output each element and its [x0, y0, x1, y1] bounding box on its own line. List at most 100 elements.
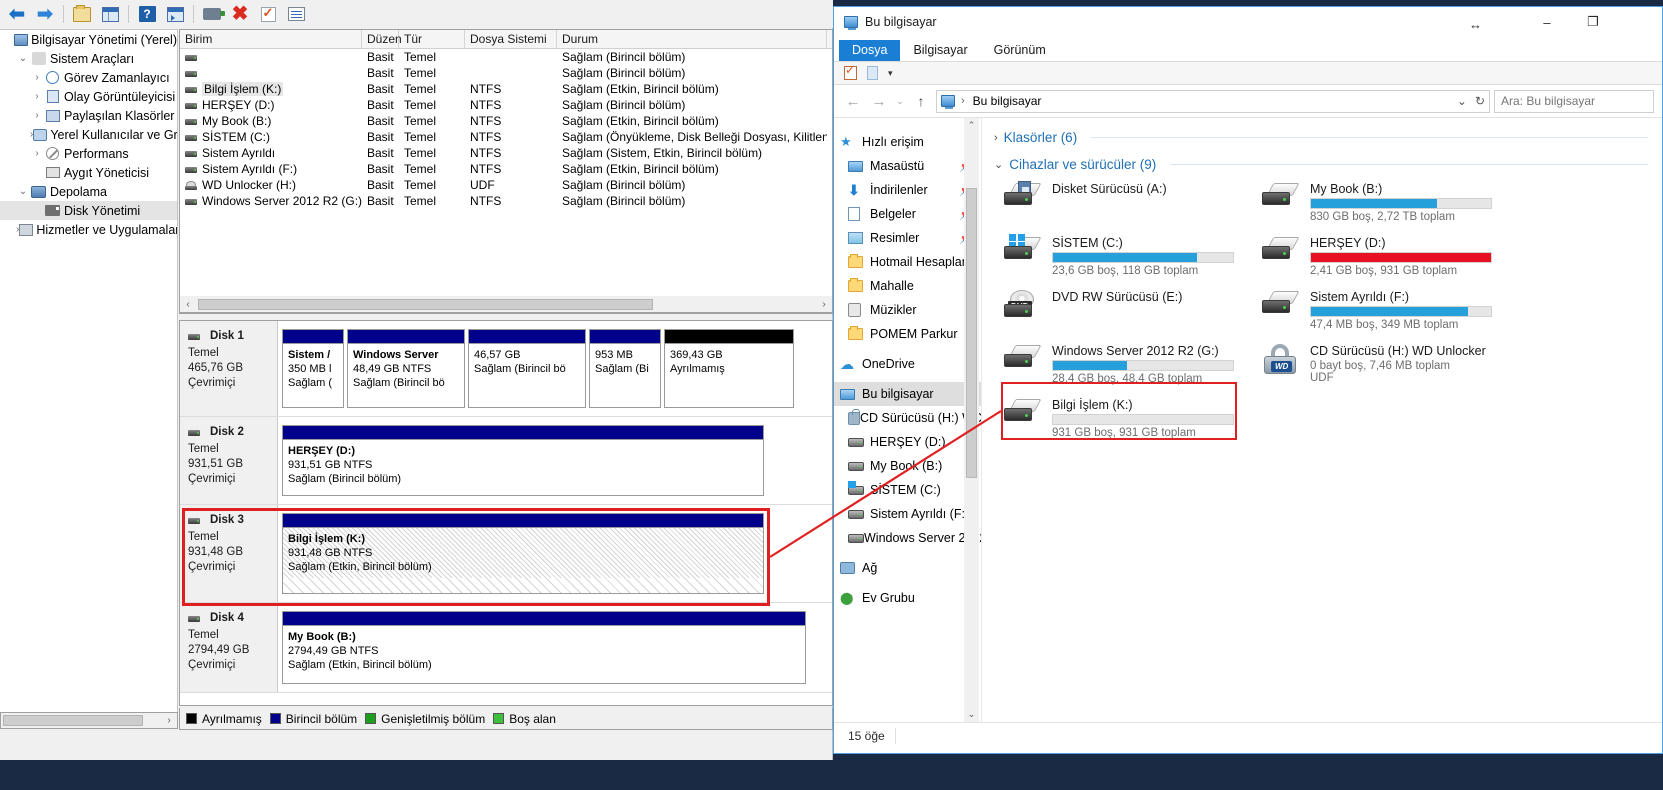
nav-item-my-book-b-[interactable]: My Book (B:)	[834, 454, 981, 478]
quick-access-toolbar[interactable]: ▾	[834, 61, 1662, 85]
list-icon[interactable]	[283, 2, 309, 26]
drive-tile[interactable]: WD CD Sürücüsü (H:) WD Unlocker 0 bayt boş…	[1254, 340, 1504, 392]
refresh-icon[interactable]: ↻	[1475, 94, 1485, 108]
drive-tile[interactable]: Bilgi İşlem (K:) 931 GB boş, 931 GB topla…	[996, 394, 1246, 446]
drives-grid[interactable]: Disket Sürücüsü (A:) My Book (B:) 830 GB b…	[996, 178, 1662, 446]
volume-row[interactable]: My Book (B:) Basit Temel NTFS Sağlam (Etkin,…	[180, 113, 832, 129]
drive-tile[interactable]: HERŞEY (D:) 2,41 GB boş, 931 GB toplam	[1254, 232, 1504, 284]
properties-icon[interactable]	[844, 63, 857, 80]
nav-item-onedrive[interactable]: ☁ OneDrive	[834, 352, 981, 376]
back-button[interactable]: ←	[842, 93, 864, 110]
resize-icon[interactable]: ↔	[1469, 17, 1482, 32]
folder-up-icon[interactable]	[69, 2, 95, 26]
tree-scroll-right-arrow[interactable]: ›	[161, 715, 177, 726]
volume-row[interactable]: Basit Temel Sağlam (Birincil bölüm)	[180, 65, 832, 81]
tree-twisty-icon[interactable]: ›	[30, 148, 44, 159]
disk-info[interactable]: Disk 1 Temel 465,76 GB Çevrimiçi	[180, 321, 278, 416]
scroll-thumb[interactable]	[198, 298, 653, 310]
disk-info[interactable]: Disk 4 Temel 2794,49 GB Çevrimiçi	[180, 603, 278, 692]
volume-row[interactable]: HERŞEY (D:) Basit Temel NTFS Sağlam (Birinci…	[180, 97, 832, 113]
drive-tile[interactable]: Sistem Ayrıldı (F:) 47,4 MB boş, 349 MB t…	[1254, 286, 1504, 338]
tree-item-10[interactable]: › Hizmetler ve Uygulamalar	[0, 220, 177, 239]
nav-item-a-[interactable]: Ağ	[834, 556, 981, 580]
volume-column-header[interactable]: Düzen	[362, 30, 402, 48]
nav-item-her-ey-d-[interactable]: HERŞEY (D:)	[834, 430, 981, 454]
tab-bilgisayar[interactable]: Bilgisayar	[900, 40, 980, 61]
drive-tile[interactable]: DVD DVD RW Sürücüsü (E:)	[996, 286, 1246, 338]
group-header-devices[interactable]: ⌄ Cihazlar ve sürücüler (9)	[994, 157, 1662, 172]
forward-arrow-icon[interactable]: ➡	[32, 2, 58, 26]
maximize-button[interactable]: ❐	[1570, 7, 1616, 37]
scroll-left-arrow[interactable]: ‹	[180, 299, 196, 310]
volume-row[interactable]: Sistem Ayrıldı (F:) Basit Temel NTFS Sağlam …	[180, 161, 832, 177]
tree-item-8[interactable]: ⌄ Depolama	[0, 182, 177, 201]
disk-info[interactable]: Disk 3 Temel 931,48 GB Çevrimiçi	[180, 505, 278, 602]
tree-item-1[interactable]: ⌄ Sistem Araçları	[0, 49, 177, 68]
tree-twisty-icon[interactable]: ›	[30, 91, 44, 102]
tree-twisty-icon[interactable]: ⌄	[16, 186, 30, 197]
tree-item-9[interactable]: Disk Yönetimi	[0, 201, 177, 220]
close-button[interactable]	[1616, 7, 1662, 37]
forward-button[interactable]: →	[868, 93, 890, 110]
disk-block[interactable]: Disk 3 Temel 931,48 GB Çevrimiçi Bilgi İşlem…	[180, 505, 832, 603]
tree-twisty-icon[interactable]: ›	[30, 110, 44, 121]
volume-row[interactable]: Bilgi İşlem (K:) Basit Temel NTFS Sağlam (Et…	[180, 81, 832, 97]
tree-scroll-thumb[interactable]	[3, 715, 143, 726]
console-tree-icon[interactable]	[97, 2, 123, 26]
delete-icon[interactable]: ✖	[227, 2, 253, 26]
volume-row[interactable]: Sistem Ayrıldı Basit Temel NTFS Sağlam (Sist…	[180, 145, 832, 161]
partition[interactable]: 369,43 GB Ayrılmamış	[664, 329, 794, 408]
minimize-button[interactable]: –	[1524, 7, 1570, 37]
group-header-folders[interactable]: › Klasörler (6)	[994, 130, 1662, 145]
nav-item-windows-server-2012[interactable]: Windows Server 2012	[834, 526, 981, 550]
tree-item-3[interactable]: › Olay Görüntüleyicisi	[0, 87, 177, 106]
help-icon[interactable]: ?	[134, 2, 160, 26]
navigation-pane[interactable]: ★Hızlı erişimMasaüstü📌⬇İndirilenler📌Belg…	[834, 118, 982, 722]
nav-item-resimler[interactable]: Resimler📌	[834, 226, 981, 250]
disk-graphical-view[interactable]: Disk 1 Temel 465,76 GB Çevrimiçi Sistem / 350…	[179, 320, 833, 706]
partition[interactable]: Bilgi İşlem (K:) 931,48 GB NTFS Sağlam (Et…	[282, 513, 764, 594]
disk-info[interactable]: Disk 2 Temel 931,51 GB Çevrimiçi	[180, 417, 278, 504]
nav-item-pomem-parkur[interactable]: POMEM Parkur	[834, 322, 981, 346]
scroll-down-arrow[interactable]: ⌄	[968, 707, 976, 722]
nav-item-h-zl-eri-im[interactable]: ★ Hızlı erişim	[834, 130, 981, 154]
check-icon[interactable]	[255, 2, 281, 26]
chevron-down-icon[interactable]: ▾	[888, 68, 893, 79]
new-folder-icon[interactable]	[867, 66, 878, 80]
partition[interactable]: My Book (B:) 2794,49 GB NTFS Sağlam (Etkin…	[282, 611, 806, 684]
recent-locations-icon[interactable]: ⌄	[894, 96, 906, 107]
volume-row[interactable]: WD Unlocker (H:) Basit Temel UDF Sağlam (Bir…	[180, 177, 832, 193]
ribbon-tabs[interactable]: Dosya Bilgisayar Görünüm	[834, 37, 1662, 61]
tab-dosya[interactable]: Dosya	[839, 40, 901, 61]
partition[interactable]: 953 MB Sağlam (Bi	[589, 329, 661, 408]
nav-item-m-zikler[interactable]: Müzikler	[834, 298, 981, 322]
nav-item-hotmail-hesaplar-[interactable]: Hotmail Hesapları	[834, 250, 981, 274]
chevron-right-icon[interactable]: ›	[994, 132, 998, 144]
tree-twisty-icon[interactable]: ›	[30, 72, 44, 83]
console-tree[interactable]: Bilgisayar Yönetimi (Yerel) ⌄ Sistem Araçl…	[0, 29, 178, 729]
drive-tile[interactable]: My Book (B:) 830 GB boş, 2,72 TB toplam	[1254, 178, 1504, 230]
volume-row[interactable]: Basit Temel Sağlam (Birincil bölüm)	[180, 49, 832, 65]
nav-item-cd-s-r-c-s-h-wd[interactable]: CD Sürücüsü (H:) WD	[834, 406, 981, 430]
drive-tile[interactable]: Windows Server 2012 R2 (G:) 28,4 GB boş, …	[996, 340, 1246, 392]
volume-row[interactable]: Windows Server 2012 R2 (G:) Basit Temel NTF…	[180, 193, 832, 209]
volume-column-header[interactable]: Dosya Sistemi	[465, 30, 557, 48]
scroll-right-arrow[interactable]: ›	[816, 299, 832, 310]
nav-item-sistem-ayr-ld-f-[interactable]: Sistem Ayrıldı (F:)	[834, 502, 981, 526]
scroll-up-arrow[interactable]: ⌃	[968, 118, 976, 133]
drive-tile[interactable]: SİSTEM (C:) 23,6 GB boş, 118 GB toplam	[996, 232, 1246, 284]
partition[interactable]: Windows Server 48,49 GB NTFS Sağlam (Birin…	[347, 329, 465, 408]
breadcrumb-current[interactable]: Bu bilgisayar	[973, 94, 1042, 108]
nav-item-belgeler[interactable]: Belgeler📌	[834, 202, 981, 226]
tree-hscrollbar[interactable]: ›	[0, 712, 178, 729]
nav-item-masa-st-[interactable]: Masaüstü📌	[834, 154, 981, 178]
properties-icon[interactable]	[162, 2, 188, 26]
volume-column-header[interactable]: Tür	[399, 30, 465, 48]
connect-icon[interactable]	[199, 2, 225, 26]
volume-column-header[interactable]: Birim	[180, 30, 362, 48]
volume-column-header[interactable]: Durum	[557, 30, 827, 48]
nav-item-i-ndirilenler[interactable]: ⬇İndirilenler📌	[834, 178, 981, 202]
nav-item-bu-bilgisayar[interactable]: Bu bilgisayar	[834, 382, 981, 406]
tree-twisty-icon[interactable]: ⌄	[16, 53, 30, 64]
partition[interactable]: HERŞEY (D:) 931,51 GB NTFS Sağlam (Birinci…	[282, 425, 764, 496]
